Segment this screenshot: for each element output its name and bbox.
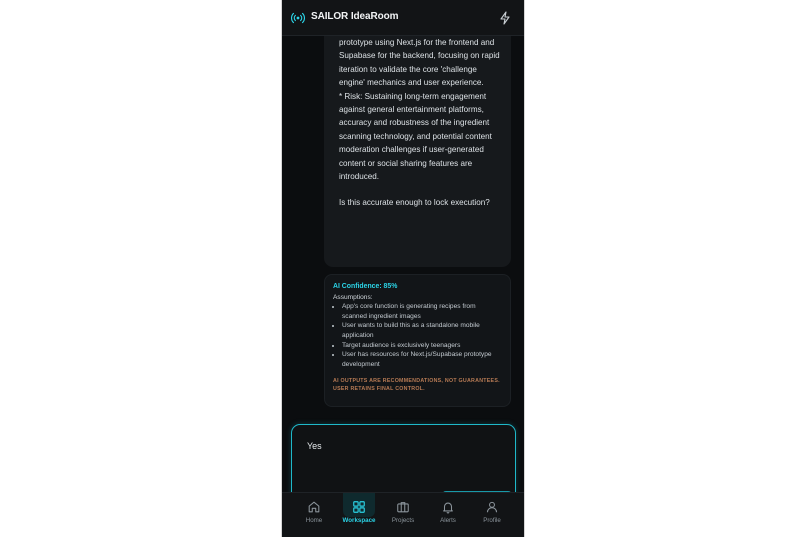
list-item: User has resources for Next.js/Supabase … bbox=[342, 350, 502, 369]
confidence-label: AI Confidence: 85% bbox=[333, 283, 398, 290]
tab-home[interactable]: Home bbox=[292, 493, 336, 537]
tab-label: Alerts bbox=[440, 517, 456, 524]
message-input-value[interactable]: Yes bbox=[307, 441, 322, 451]
assistant-message: prototype using Next.js for the frontend… bbox=[324, 36, 511, 267]
list-item: App's core function is generating recipe… bbox=[342, 302, 502, 321]
message-paragraph: prototype using Next.js for the frontend… bbox=[339, 38, 500, 88]
tab-projects[interactable]: Projects bbox=[381, 493, 425, 537]
tab-alerts[interactable]: Alerts bbox=[426, 493, 470, 537]
assumptions-list: App's core function is generating recipe… bbox=[333, 302, 502, 369]
app-header: SAILOR IdeaRoom bbox=[282, 0, 524, 36]
divider bbox=[282, 416, 524, 419]
app-title: SAILOR IdeaRoom bbox=[311, 11, 399, 22]
home-icon bbox=[308, 501, 320, 513]
broadcast-icon bbox=[291, 12, 305, 24]
grid-icon bbox=[353, 501, 365, 513]
bolt-icon[interactable] bbox=[499, 11, 511, 25]
tab-label: Projects bbox=[391, 517, 415, 524]
disclaimer-text: AI OUTPUTS ARE RECOMMENDATIONS, NOT GUAR… bbox=[333, 378, 500, 393]
chat-scroll-area[interactable]: prototype using Next.js for the frontend… bbox=[282, 36, 524, 416]
tab-label: Home bbox=[305, 517, 323, 524]
user-icon bbox=[486, 501, 498, 513]
tab-label: Workspace bbox=[342, 517, 376, 524]
tab-profile[interactable]: Profile bbox=[470, 493, 514, 537]
list-item: User wants to build this as a standalone… bbox=[342, 321, 502, 340]
message-question: Is this accurate enough to lock executio… bbox=[339, 198, 490, 208]
ai-meta-card: AI Confidence: 85% Assumptions: App's co… bbox=[324, 274, 511, 407]
list-item: Target audience is exclusively teenagers bbox=[342, 341, 502, 351]
tab-workspace[interactable]: Workspace bbox=[337, 493, 381, 537]
bell-icon bbox=[443, 502, 453, 514]
phone-screen: SAILOR IdeaRoom prototype using Next.js … bbox=[282, 0, 524, 537]
bottom-tab-bar: Home Workspace Projects Alerts Profile bbox=[282, 492, 524, 537]
tab-label: Profile bbox=[483, 517, 501, 524]
message-paragraph: * Risk: Sustaining long-term engagement … bbox=[339, 91, 492, 182]
briefcase-icon bbox=[397, 502, 409, 513]
assumptions-label: Assumptions: bbox=[333, 293, 373, 301]
